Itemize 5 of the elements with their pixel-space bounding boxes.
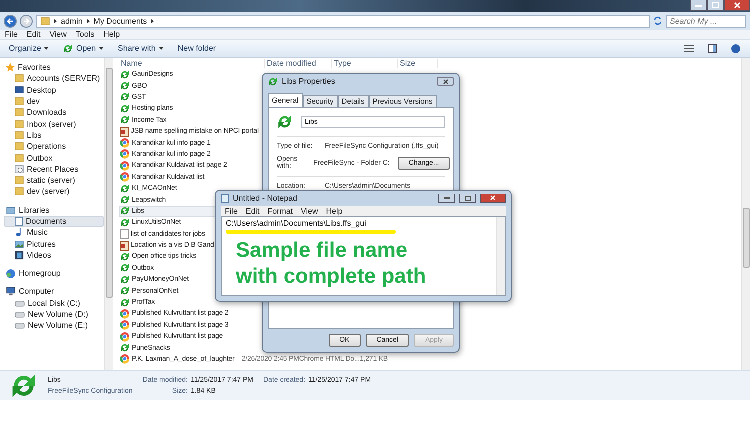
annotation-text: with complete path (235, 264, 428, 290)
dialog-title: Libs Properties (282, 77, 336, 86)
file-path-text: C:\Users\admin\Documents\Libs.ffs_gui (226, 219, 368, 228)
window-title: Untitled - Notepad (233, 194, 298, 203)
annotation-text: Sample file name (235, 238, 409, 264)
